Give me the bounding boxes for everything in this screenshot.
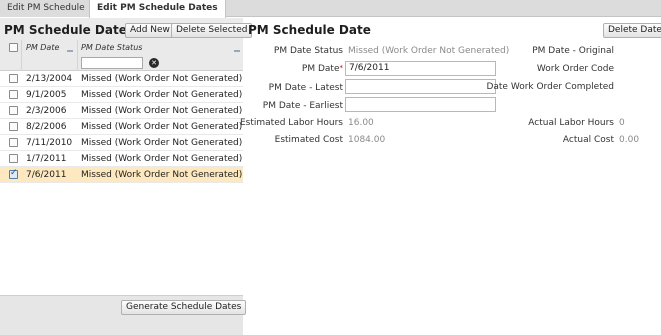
pm-date-latest-label: PM Date - Latest bbox=[268, 83, 343, 93]
row-checkbox[interactable] bbox=[9, 90, 18, 99]
actual-cost-label: Actual Cost bbox=[562, 135, 614, 145]
table-row[interactable]: 7/11/2010 Missed (Work Order Not Generat… bbox=[0, 135, 243, 151]
row-pm-date-status: Missed (Work Order Not Generated) bbox=[81, 154, 243, 164]
estimated-cost-value: 1084.00 bbox=[348, 135, 386, 145]
estimated-labor-hours-value: 16.00 bbox=[348, 118, 374, 128]
row-checkbox[interactable] bbox=[9, 106, 18, 115]
pm-date-latest-input[interactable] bbox=[345, 79, 496, 94]
clear-filter-icon[interactable]: ✕ bbox=[149, 58, 159, 68]
row-pm-date: 7/6/2011 bbox=[26, 170, 67, 180]
table-row[interactable]: 2/3/2006 Missed (Work Order Not Generate… bbox=[0, 103, 243, 119]
column-header-pm-date[interactable]: PM Date bbox=[26, 43, 59, 52]
grid-header: PM Date PM Date Status ✕ bbox=[0, 40, 243, 71]
row-pm-date: 2/3/2006 bbox=[26, 106, 67, 116]
pm-date-label-text: PM Date bbox=[301, 64, 340, 74]
row-checkbox[interactable] bbox=[9, 74, 18, 83]
sort-icon[interactable] bbox=[234, 50, 240, 52]
table-row[interactable]: 1/7/2011 Missed (Work Order Not Generate… bbox=[0, 151, 243, 167]
pm-date-status-value: Missed (Work Order Not Generated) bbox=[348, 46, 510, 56]
row-pm-date: 1/7/2011 bbox=[26, 154, 67, 164]
row-checkbox[interactable] bbox=[9, 154, 18, 163]
actual-labor-hours-label: Actual Labor Hours bbox=[528, 118, 614, 128]
pm-date-original-label: PM Date - Original bbox=[532, 46, 614, 56]
row-pm-date-status: Missed (Work Order Not Generated) bbox=[81, 90, 243, 100]
row-checkbox[interactable] bbox=[9, 168, 18, 179]
required-mark: * bbox=[339, 64, 344, 72]
row-pm-date-status: Missed (Work Order Not Generated) bbox=[81, 122, 243, 132]
row-pm-date-status: Missed (Work Order Not Generated) bbox=[81, 74, 243, 84]
row-pm-date: 9/1/2005 bbox=[26, 90, 67, 100]
column-divider bbox=[21, 40, 22, 71]
pm-date-status-label: PM Date Status bbox=[273, 46, 343, 56]
pm-date-label: PM Date* bbox=[302, 64, 343, 74]
table-row[interactable]: 2/13/2004 Missed (Work Order Not Generat… bbox=[0, 71, 243, 87]
tab-bar: Edit PM Schedule Edit PM Schedule Dates bbox=[0, 0, 661, 18]
tab-edit-pm-schedule-dates[interactable]: Edit PM Schedule Dates bbox=[89, 0, 226, 18]
row-pm-date-status: Missed (Work Order Not Generated) bbox=[81, 170, 243, 180]
row-pm-date: 8/2/2006 bbox=[26, 122, 67, 132]
status-filter-input[interactable] bbox=[81, 57, 143, 69]
table-row[interactable]: 8/2/2006 Missed (Work Order Not Generate… bbox=[0, 119, 243, 135]
actual-labor-hours-value: 0 bbox=[619, 118, 625, 128]
schedule-dates-panel: PM Schedule Dates Add New Delete Selecte… bbox=[0, 18, 253, 335]
schedule-date-title: PM Schedule Date bbox=[248, 23, 371, 37]
delete-date-button[interactable]: Delete Date bbox=[603, 23, 661, 38]
table-row-selected[interactable]: 7/6/2011 Missed (Work Order Not Generate… bbox=[0, 167, 243, 183]
actual-cost-value: 0.00 bbox=[619, 135, 640, 145]
date-work-order-completed-label: Date Work Order Completed bbox=[486, 82, 614, 92]
tab-edit-pm-schedule[interactable]: Edit PM Schedule bbox=[0, 0, 92, 17]
sort-icon[interactable] bbox=[67, 50, 73, 52]
add-new-button[interactable]: Add New bbox=[125, 23, 175, 38]
select-all-checkbox[interactable] bbox=[9, 43, 18, 52]
row-checkbox[interactable] bbox=[9, 122, 18, 131]
table-row[interactable]: 9/1/2005 Missed (Work Order Not Generate… bbox=[0, 87, 243, 103]
row-pm-date: 2/13/2004 bbox=[26, 74, 73, 84]
estimated-labor-hours-label: Estimated Labor Hours bbox=[239, 118, 343, 128]
work-order-code-label: Work Order Code bbox=[536, 64, 614, 74]
delete-selected-button[interactable]: Delete Selected bbox=[171, 23, 253, 38]
grid-footer: Generate Schedule Dates bbox=[0, 295, 247, 335]
pm-date-input[interactable]: 7/6/2011 bbox=[345, 61, 496, 76]
pm-date-earliest-label: PM Date - Earliest bbox=[262, 101, 343, 111]
schedule-dates-grid: PM Date PM Date Status ✕ 2/13/2004 Misse… bbox=[0, 40, 243, 295]
row-pm-date-status: Missed (Work Order Not Generated) bbox=[81, 138, 243, 148]
generate-schedule-dates-button[interactable]: Generate Schedule Dates bbox=[121, 300, 247, 315]
row-pm-date: 7/11/2010 bbox=[26, 138, 73, 148]
column-divider bbox=[77, 40, 78, 71]
column-header-pm-date-status[interactable]: PM Date Status bbox=[81, 43, 142, 52]
row-checkbox[interactable] bbox=[9, 138, 18, 147]
pm-date-earliest-input[interactable] bbox=[345, 97, 496, 112]
estimated-cost-label: Estimated Cost bbox=[274, 135, 343, 145]
schedule-dates-title: PM Schedule Dates bbox=[4, 23, 134, 37]
row-pm-date-status: Missed (Work Order Not Generated) bbox=[81, 106, 243, 116]
